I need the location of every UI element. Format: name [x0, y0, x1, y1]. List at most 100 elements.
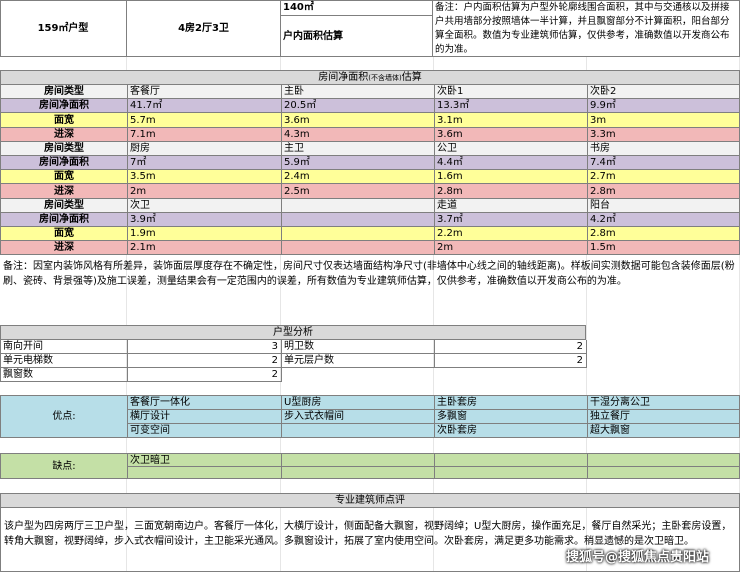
- cons-label: 缺点:: [1, 454, 128, 479]
- room-table: 房间净面积(不含墙体)估算 房间类型 客餐厅 主卧 次卧1 次卧2 房间净面积 41.7㎡ 2…: [0, 70, 740, 255]
- pros-item: 超大飘窗: [588, 424, 740, 438]
- room-cell: 3.1m: [435, 113, 588, 128]
- room-cell: 4.2㎡: [588, 213, 740, 227]
- room-cell: 1.6m: [435, 170, 588, 184]
- room-cell: 7.4㎡: [588, 156, 740, 170]
- row-label: 进深: [1, 241, 128, 255]
- room-cell: 2.7m: [588, 170, 740, 184]
- row-label: 面宽: [1, 170, 128, 184]
- room-cell: 公卫: [435, 142, 588, 156]
- room-table-title: 房间净面积(不含墙体)估算: [1, 71, 740, 85]
- room-cell: 阳台: [588, 199, 740, 213]
- cons-item: 次卫暗卫: [128, 454, 282, 467]
- room-cell: 41.7㎡: [128, 99, 282, 113]
- pros-item: 次卧套房: [435, 424, 588, 438]
- analysis-label: 南向开间: [1, 340, 128, 354]
- room-cell: 3.5m: [128, 170, 282, 184]
- room-cell: 2.8m: [588, 227, 740, 241]
- room-cell: 2.2m: [435, 227, 588, 241]
- room-cell: 4.4㎡: [435, 156, 588, 170]
- room-cell: 20.5㎡: [282, 99, 435, 113]
- row-label: 房间净面积: [1, 213, 128, 227]
- room-cell: 2m: [435, 241, 588, 255]
- room-cell: 书房: [588, 142, 740, 156]
- room-cell: 4.3m: [282, 128, 435, 142]
- row-label: 进深: [1, 128, 128, 142]
- room-cell: 3.3m: [588, 128, 740, 142]
- analysis-value: 2: [435, 340, 587, 354]
- cons-empty: [435, 467, 588, 479]
- room-cell: 走道: [435, 199, 588, 213]
- row-label: 面宽: [1, 227, 128, 241]
- room-cell: [282, 199, 435, 213]
- header-note: 备注：户内面积估算为户型外轮廓线围合面积，其中与交通核以及拼接户共用墙部分按照墙…: [435, 2, 730, 55]
- analysis-label: 飘窗数: [1, 368, 128, 382]
- pros-item: [282, 424, 435, 438]
- pros-item: 横厅设计: [128, 410, 282, 424]
- analysis-label: 单元电梯数: [1, 354, 128, 368]
- room-cell: 2.8m: [435, 184, 588, 199]
- room-cell: 1.9m: [128, 227, 282, 241]
- pros-item: 可变空间: [128, 424, 282, 438]
- row-label: 房间净面积: [1, 99, 128, 113]
- room-cell: 2.4m: [282, 170, 435, 184]
- cons-empty: [282, 467, 435, 479]
- room-cell: 主卧: [282, 85, 435, 99]
- room-cell: 13.3㎡: [435, 99, 588, 113]
- room-cell: 客餐厅: [128, 85, 282, 99]
- room-cell: 7㎡: [128, 156, 282, 170]
- room-layout: 4房2厅3卫: [127, 0, 281, 57]
- room-cell: 2.5m: [282, 184, 435, 199]
- room-cell: 1.5m: [588, 241, 740, 255]
- pros-item: 多飘窗: [435, 410, 588, 424]
- analysis-value: 2: [128, 354, 282, 368]
- analysis-label: 单元层户数: [282, 354, 435, 368]
- room-cell: 3.7㎡: [435, 213, 588, 227]
- cons-empty: [588, 467, 740, 479]
- row-label: 房间净面积: [1, 156, 128, 170]
- room-cell: 2.1m: [128, 241, 282, 255]
- analysis-value: 3: [128, 340, 282, 354]
- area-value: 140㎡: [281, 0, 433, 16]
- pros-item: U型厨房: [282, 396, 435, 410]
- room-cell: 2.8m: [588, 184, 740, 199]
- room-cell: 3.6m: [435, 128, 588, 142]
- room-cell: 5.7m: [128, 113, 282, 128]
- analysis-value: 2: [435, 354, 587, 368]
- row-label: 房间类型: [1, 142, 128, 156]
- watermark: 搜狐号@搜狐焦点贵阳站: [566, 550, 710, 565]
- room-cell: 厨房: [128, 142, 282, 156]
- pros-table: 优点: 客餐厅一体化 U型厨房 主卧套房 干湿分离公卫 横厅设计 步入式衣帽间 多飘窗 独立餐…: [0, 395, 740, 438]
- room-cell: 2m: [128, 184, 282, 199]
- cons-table: 缺点: 次卫暗卫: [0, 453, 740, 479]
- area-label: 户内面积估算: [281, 16, 433, 57]
- room-cell: 次卧1: [435, 85, 588, 99]
- unit-type: 159㎡户型: [0, 0, 127, 57]
- room-cell: 次卫: [128, 199, 282, 213]
- analysis-table: 户型分析 南向开间 3 明卫数 2 单元电梯数 2 单元层户数 2 飘窗数 2: [0, 325, 587, 382]
- room-cell: 3.9㎡: [128, 213, 282, 227]
- cons-empty: [128, 467, 282, 479]
- room-cell: 次卧2: [588, 85, 740, 99]
- analysis-label: 明卫数: [282, 340, 435, 354]
- row-label: 进深: [1, 184, 128, 199]
- row-label: 面宽: [1, 113, 128, 128]
- room-note: 备注：因室内装饰风格有所差异，装饰面层厚度存在不确定性，房间尺寸仅表达墙面结构净…: [3, 261, 735, 287]
- pros-label: 优点:: [1, 396, 128, 438]
- row-label: 房间类型: [1, 85, 128, 99]
- pros-item: 独立餐厅: [588, 410, 740, 424]
- room-cell: 9.9㎡: [588, 99, 740, 113]
- pros-item: 步入式衣帽间: [282, 410, 435, 424]
- room-cell: [282, 241, 435, 255]
- room-cell: 主卫: [282, 142, 435, 156]
- analysis-value: 2: [128, 368, 282, 382]
- room-cell: 3m: [588, 113, 740, 128]
- pros-item: 客餐厅一体化: [128, 396, 282, 410]
- cons-empty: [588, 454, 740, 467]
- room-cell: 7.1m: [128, 128, 282, 142]
- room-cell: 3.6m: [282, 113, 435, 128]
- cons-empty: [435, 454, 588, 467]
- analysis-title: 户型分析: [1, 326, 586, 340]
- row-label: 房间类型: [1, 199, 128, 213]
- room-cell: [282, 213, 435, 227]
